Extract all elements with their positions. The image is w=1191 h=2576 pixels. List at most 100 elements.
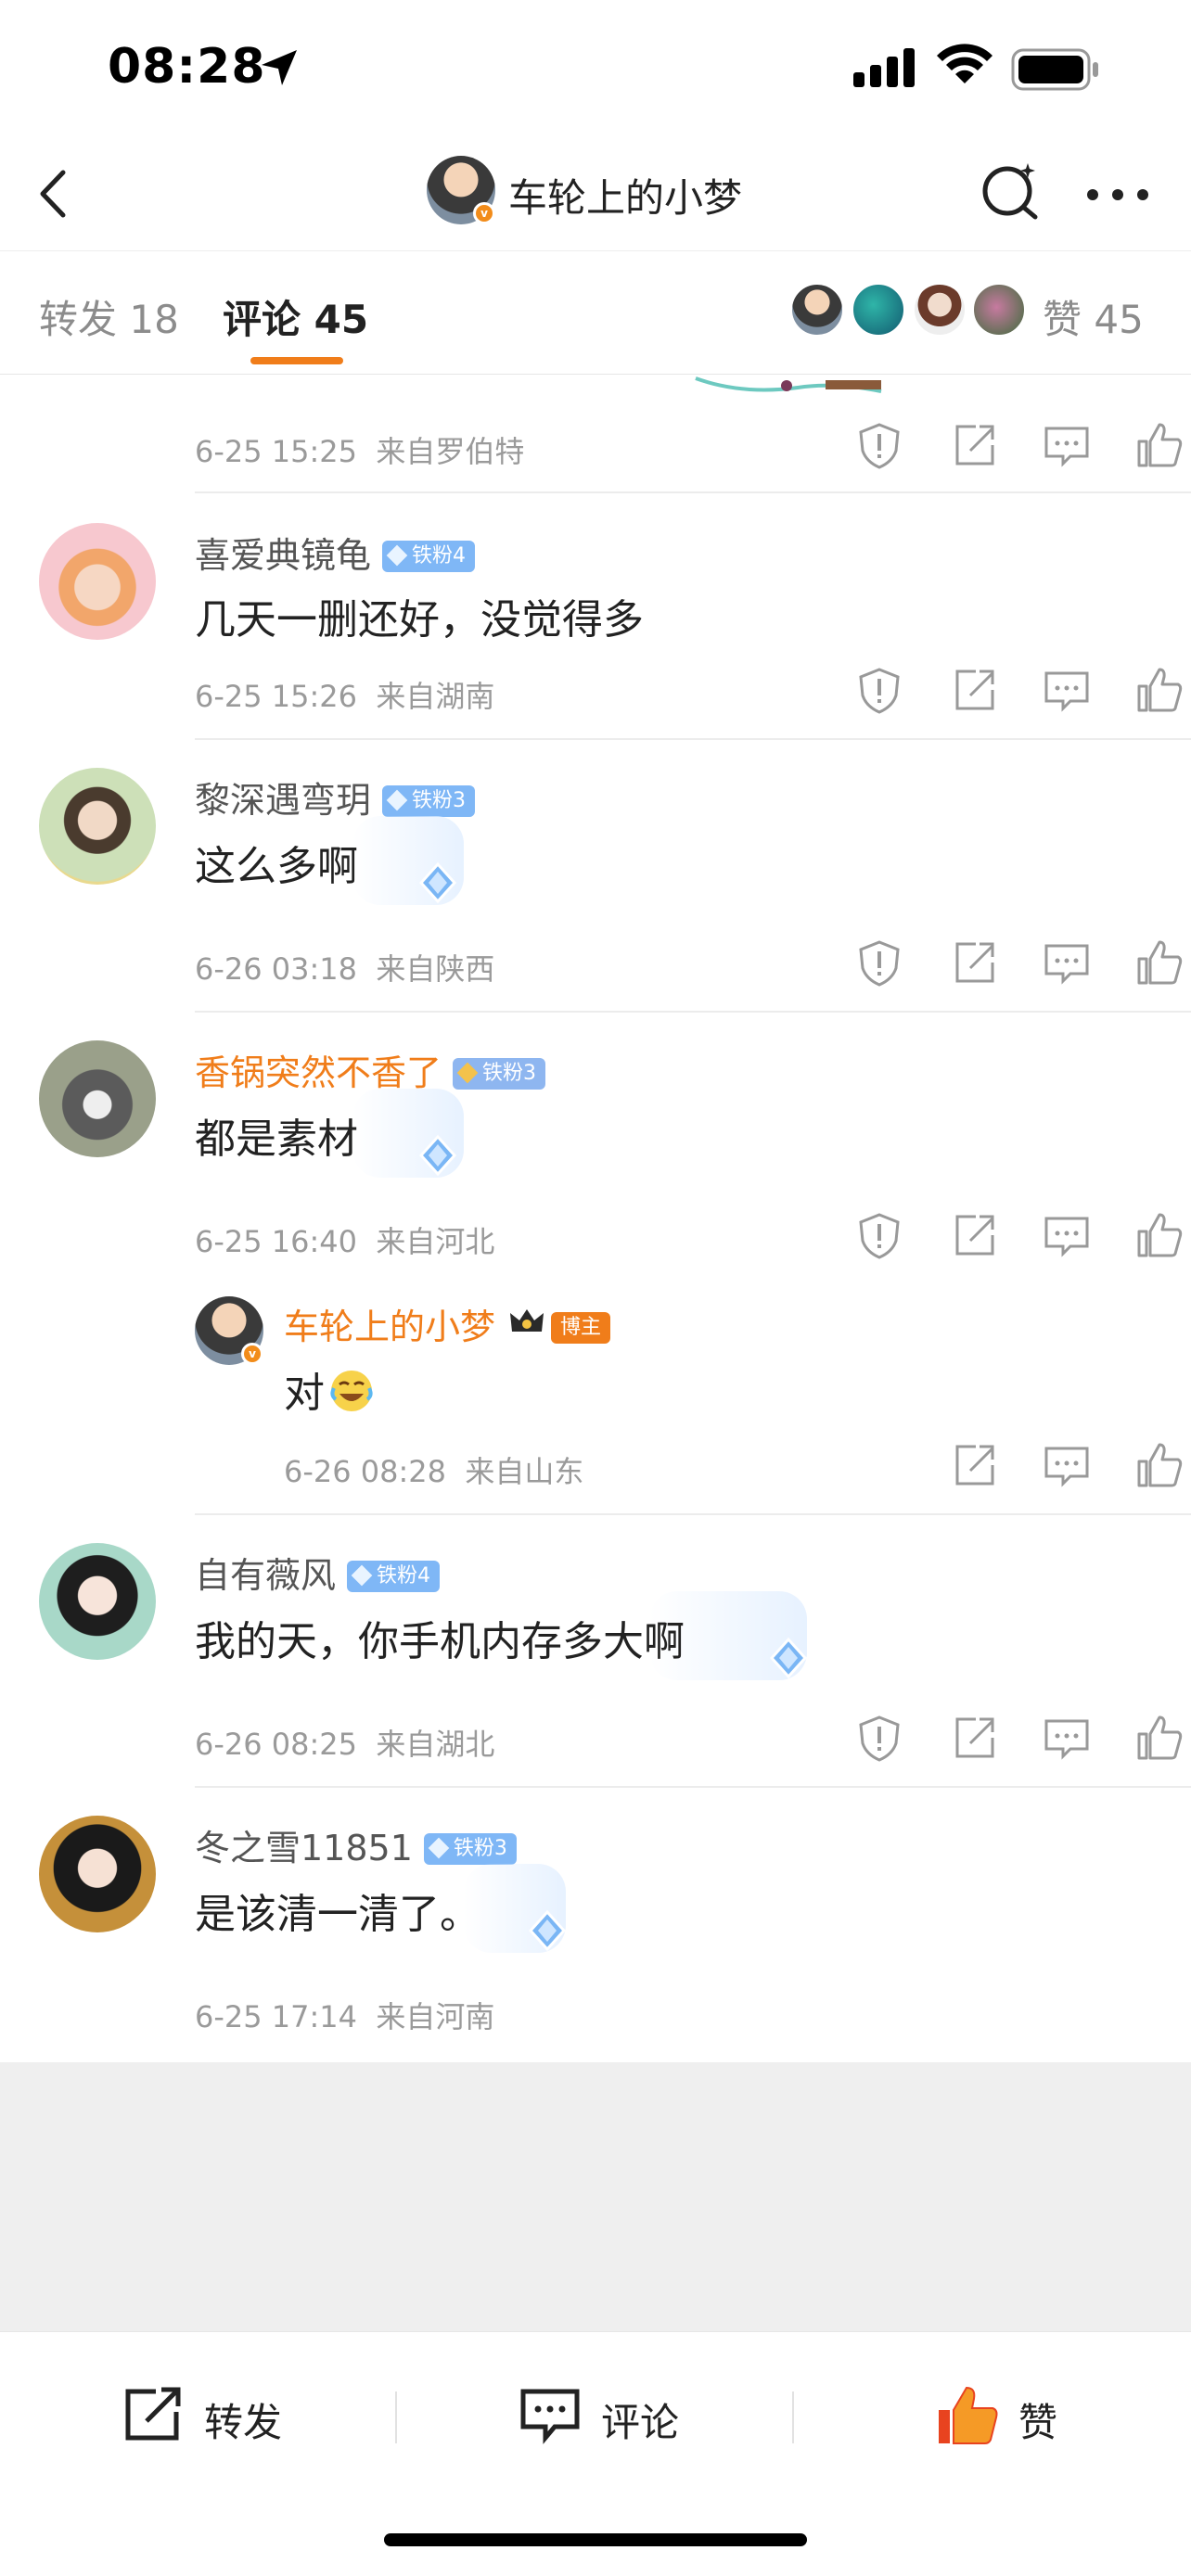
tab-bar: 转发 18 评论 45 赞 45 (0, 250, 1191, 375)
crown-diamond-icon (456, 1062, 479, 1084)
fan-badge: 铁粉3 (453, 1058, 546, 1090)
bottom-repost-button[interactable]: 转发 (121, 2378, 306, 2453)
report-icon[interactable] (853, 937, 905, 988)
commenter-avatar[interactable] (39, 523, 156, 640)
repost-icon[interactable] (948, 1712, 1000, 1764)
reply-source: 来自山东 (465, 1454, 584, 1489)
like-icon[interactable] (1133, 419, 1185, 471)
comment-divider (195, 1011, 1191, 1013)
commenter-name[interactable]: 自有薇风 铁粉4 (195, 1547, 441, 1598)
diamond-icon (386, 789, 408, 811)
separator (395, 2391, 397, 2443)
cellular-signal-icon (853, 48, 915, 87)
commenter-avatar[interactable] (39, 768, 156, 885)
liker-avatar (790, 283, 844, 337)
like-icon[interactable] (1133, 1209, 1185, 1261)
report-icon[interactable] (853, 1712, 905, 1764)
comment-actions (801, 419, 1191, 475)
commenter-name[interactable]: 喜爱典镜龟 铁粉4 (195, 527, 476, 578)
reply-text: 对 (284, 1359, 375, 1419)
comment-meta: 6-26 03:18 来自陕西 (195, 946, 494, 988)
comment-divider (195, 738, 1191, 740)
comment-date: 6-25 15:25 (195, 434, 358, 469)
comment-divider (195, 491, 1191, 493)
commenter-avatar[interactable] (39, 1816, 156, 1932)
reply-meta: 6-26 08:28 来自山东 (284, 1448, 583, 1491)
commenter-name[interactable]: 黎深遇弯玥 铁粉3 (195, 772, 476, 823)
fan-badge-label: 铁粉3 (453, 1837, 507, 1860)
laughing-emoji-icon (330, 1371, 373, 1411)
comment-icon[interactable] (1041, 1712, 1093, 1764)
comment-meta: 6-25 15:25 来自罗伯特 (195, 428, 524, 471)
comment-meta: 6-25 17:14 来自河南 (195, 1994, 494, 2036)
fan-badge-label: 铁粉4 (377, 1564, 431, 1588)
comment-source: 来自河南 (376, 1999, 495, 2034)
bottom-like-label: 赞 (1018, 2400, 1058, 2445)
status-bar: 08:28 (0, 0, 1191, 139)
like-icon[interactable] (1133, 1439, 1185, 1491)
verified-icon: v (473, 202, 495, 224)
like-icon[interactable] (1133, 1712, 1185, 1764)
comment-icon[interactable] (1041, 664, 1093, 716)
report-icon[interactable] (853, 664, 905, 716)
fan-badge: 铁粉4 (382, 541, 476, 572)
comment-actions (801, 664, 1191, 720)
commenter-name-text: 香锅突然不香了 (195, 1052, 442, 1093)
tab-likes[interactable]: 赞 45 (1043, 288, 1144, 345)
bottom-comment-button[interactable]: 评论 (518, 2378, 703, 2453)
report-icon[interactable] (853, 419, 905, 471)
tab-repost[interactable]: 转发 18 (39, 288, 179, 345)
commenter-name[interactable]: 冬之雪11851 铁粉3 (195, 1819, 517, 1870)
repost-icon[interactable] (948, 664, 1000, 716)
bottom-like-button[interactable]: 赞 (935, 2378, 1083, 2453)
comment-icon[interactable] (1041, 937, 1093, 988)
comment-actions (801, 937, 1191, 992)
report-icon[interactable] (853, 1209, 905, 1261)
comment-text: 这么多啊 (195, 843, 358, 890)
repost-icon[interactable] (948, 419, 1000, 471)
liker-avatar (972, 283, 1026, 337)
commenter-name-text: 黎深遇弯玥 (195, 780, 372, 821)
comment-text: 都是素材 (195, 1116, 358, 1163)
comment-meta: 6-25 15:26 来自湖南 (195, 673, 494, 716)
repost-icon[interactable] (948, 1209, 1000, 1261)
comment-actions (801, 1712, 1191, 1767)
comment-icon[interactable] (1041, 1209, 1093, 1261)
comment-icon[interactable] (1041, 1439, 1093, 1491)
comment-actions (801, 1209, 1191, 1265)
back-icon[interactable] (28, 161, 83, 226)
battery-icon (1011, 48, 1098, 91)
commenter-name-text: 喜爱典镜龟 (195, 535, 372, 576)
reply-name-text: 车轮上的小梦 (284, 1307, 496, 1347)
author-name[interactable]: 车轮上的小梦 (508, 167, 742, 223)
more-icon[interactable] (1085, 185, 1150, 204)
diamond-sticker-icon (528, 1909, 567, 1952)
diamond-icon (428, 1837, 450, 1859)
commenter-avatar[interactable] (39, 1543, 156, 1660)
crown-icon (510, 1309, 544, 1332)
separator (792, 2391, 794, 2443)
tab-comment[interactable]: 评论 45 (223, 288, 368, 345)
comment-source: 来自湖北 (376, 1727, 495, 1762)
reply-date: 6-26 08:28 (284, 1454, 447, 1489)
diamond-sticker-icon (418, 1134, 457, 1177)
comment-text: 是该清一清了。 (195, 1891, 480, 1938)
like-icon[interactable] (1133, 664, 1185, 716)
reply-name[interactable]: 车轮上的小梦 博主 (284, 1298, 611, 1349)
home-indicator[interactable] (384, 2533, 807, 2546)
repost-icon (125, 2387, 181, 2441)
reply-avatar[interactable]: v (195, 1296, 263, 1365)
bottom-repost-label: 转发 (204, 2400, 283, 2445)
like-icon[interactable] (1133, 937, 1185, 988)
comment-icon[interactable] (1041, 419, 1093, 471)
commenter-name[interactable]: 香锅突然不香了 铁粉3 (195, 1044, 546, 1095)
bottom-comment-label: 评论 (601, 2400, 680, 2445)
repost-icon[interactable] (948, 1439, 1000, 1491)
comment-date: 6-25 15:26 (195, 679, 358, 714)
image-fragment (695, 376, 882, 393)
commenter-avatar[interactable] (39, 1040, 156, 1157)
search-icon[interactable] (978, 158, 1043, 223)
reply-actions (801, 1439, 1191, 1495)
author-avatar[interactable]: v (427, 156, 495, 224)
repost-icon[interactable] (948, 937, 1000, 988)
